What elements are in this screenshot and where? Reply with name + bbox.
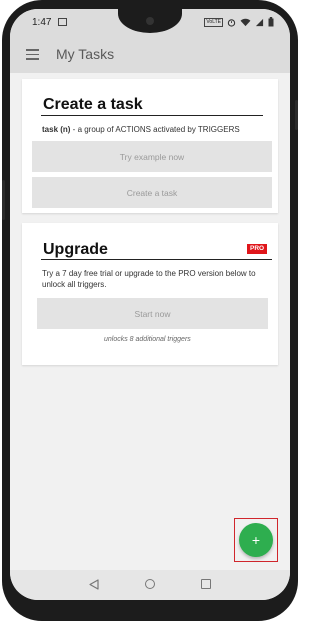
start-now-button[interactable]: Start now [37,298,268,329]
plus-icon: + [251,532,261,548]
create-task-card: Create a task task (n) - a group of ACTI… [22,79,278,213]
status-bar: 1:47 VoLTE [10,9,290,37]
app-bar: My Tasks [10,37,290,73]
signal-icon [255,18,264,26]
task-definition: task (n) - a group of ACTIONS activated … [42,124,272,135]
alarm-icon [227,18,236,27]
screen: 1:47 VoLTE My Tasks Create a task task (… [10,9,290,600]
create-task-button[interactable]: Create a task [32,177,272,208]
add-task-button[interactable]: + [239,523,273,557]
task-definition-text: - a group of ACTIONS activated by TRIGGE… [70,125,240,134]
gallery-notification-icon [58,18,67,26]
front-camera [146,17,154,25]
back-icon[interactable] [89,579,99,590]
create-task-title: Create a task [43,96,143,113]
title-divider [41,115,263,116]
recents-icon[interactable] [201,579,211,589]
volume-button [2,180,5,220]
upgrade-title: Upgrade [43,241,108,258]
status-icons: VoLTE [204,15,274,29]
upgrade-description: Try a 7 day free trial or upgrade to the… [42,269,256,289]
page-title: My Tasks [56,46,115,62]
power-button [295,100,298,130]
phone-frame: 1:47 VoLTE My Tasks Create a task task (… [2,0,298,621]
status-time: 1:47 [32,17,52,28]
wifi-icon [240,18,251,26]
try-example-button[interactable]: Try example now [32,141,272,172]
hamburger-menu-icon[interactable] [26,49,39,60]
unlocks-note: unlocks 8 additional triggers [104,336,191,343]
system-nav-bar [10,570,290,600]
home-icon[interactable] [145,579,155,589]
pro-badge: PRO [247,244,268,254]
title-divider [41,259,272,260]
battery-icon [268,17,274,27]
upgrade-card: Upgrade PRO Try a 7 day free trial or up… [22,223,278,365]
task-term: task (n) [42,125,71,134]
volte-icon: VoLTE [204,17,223,27]
